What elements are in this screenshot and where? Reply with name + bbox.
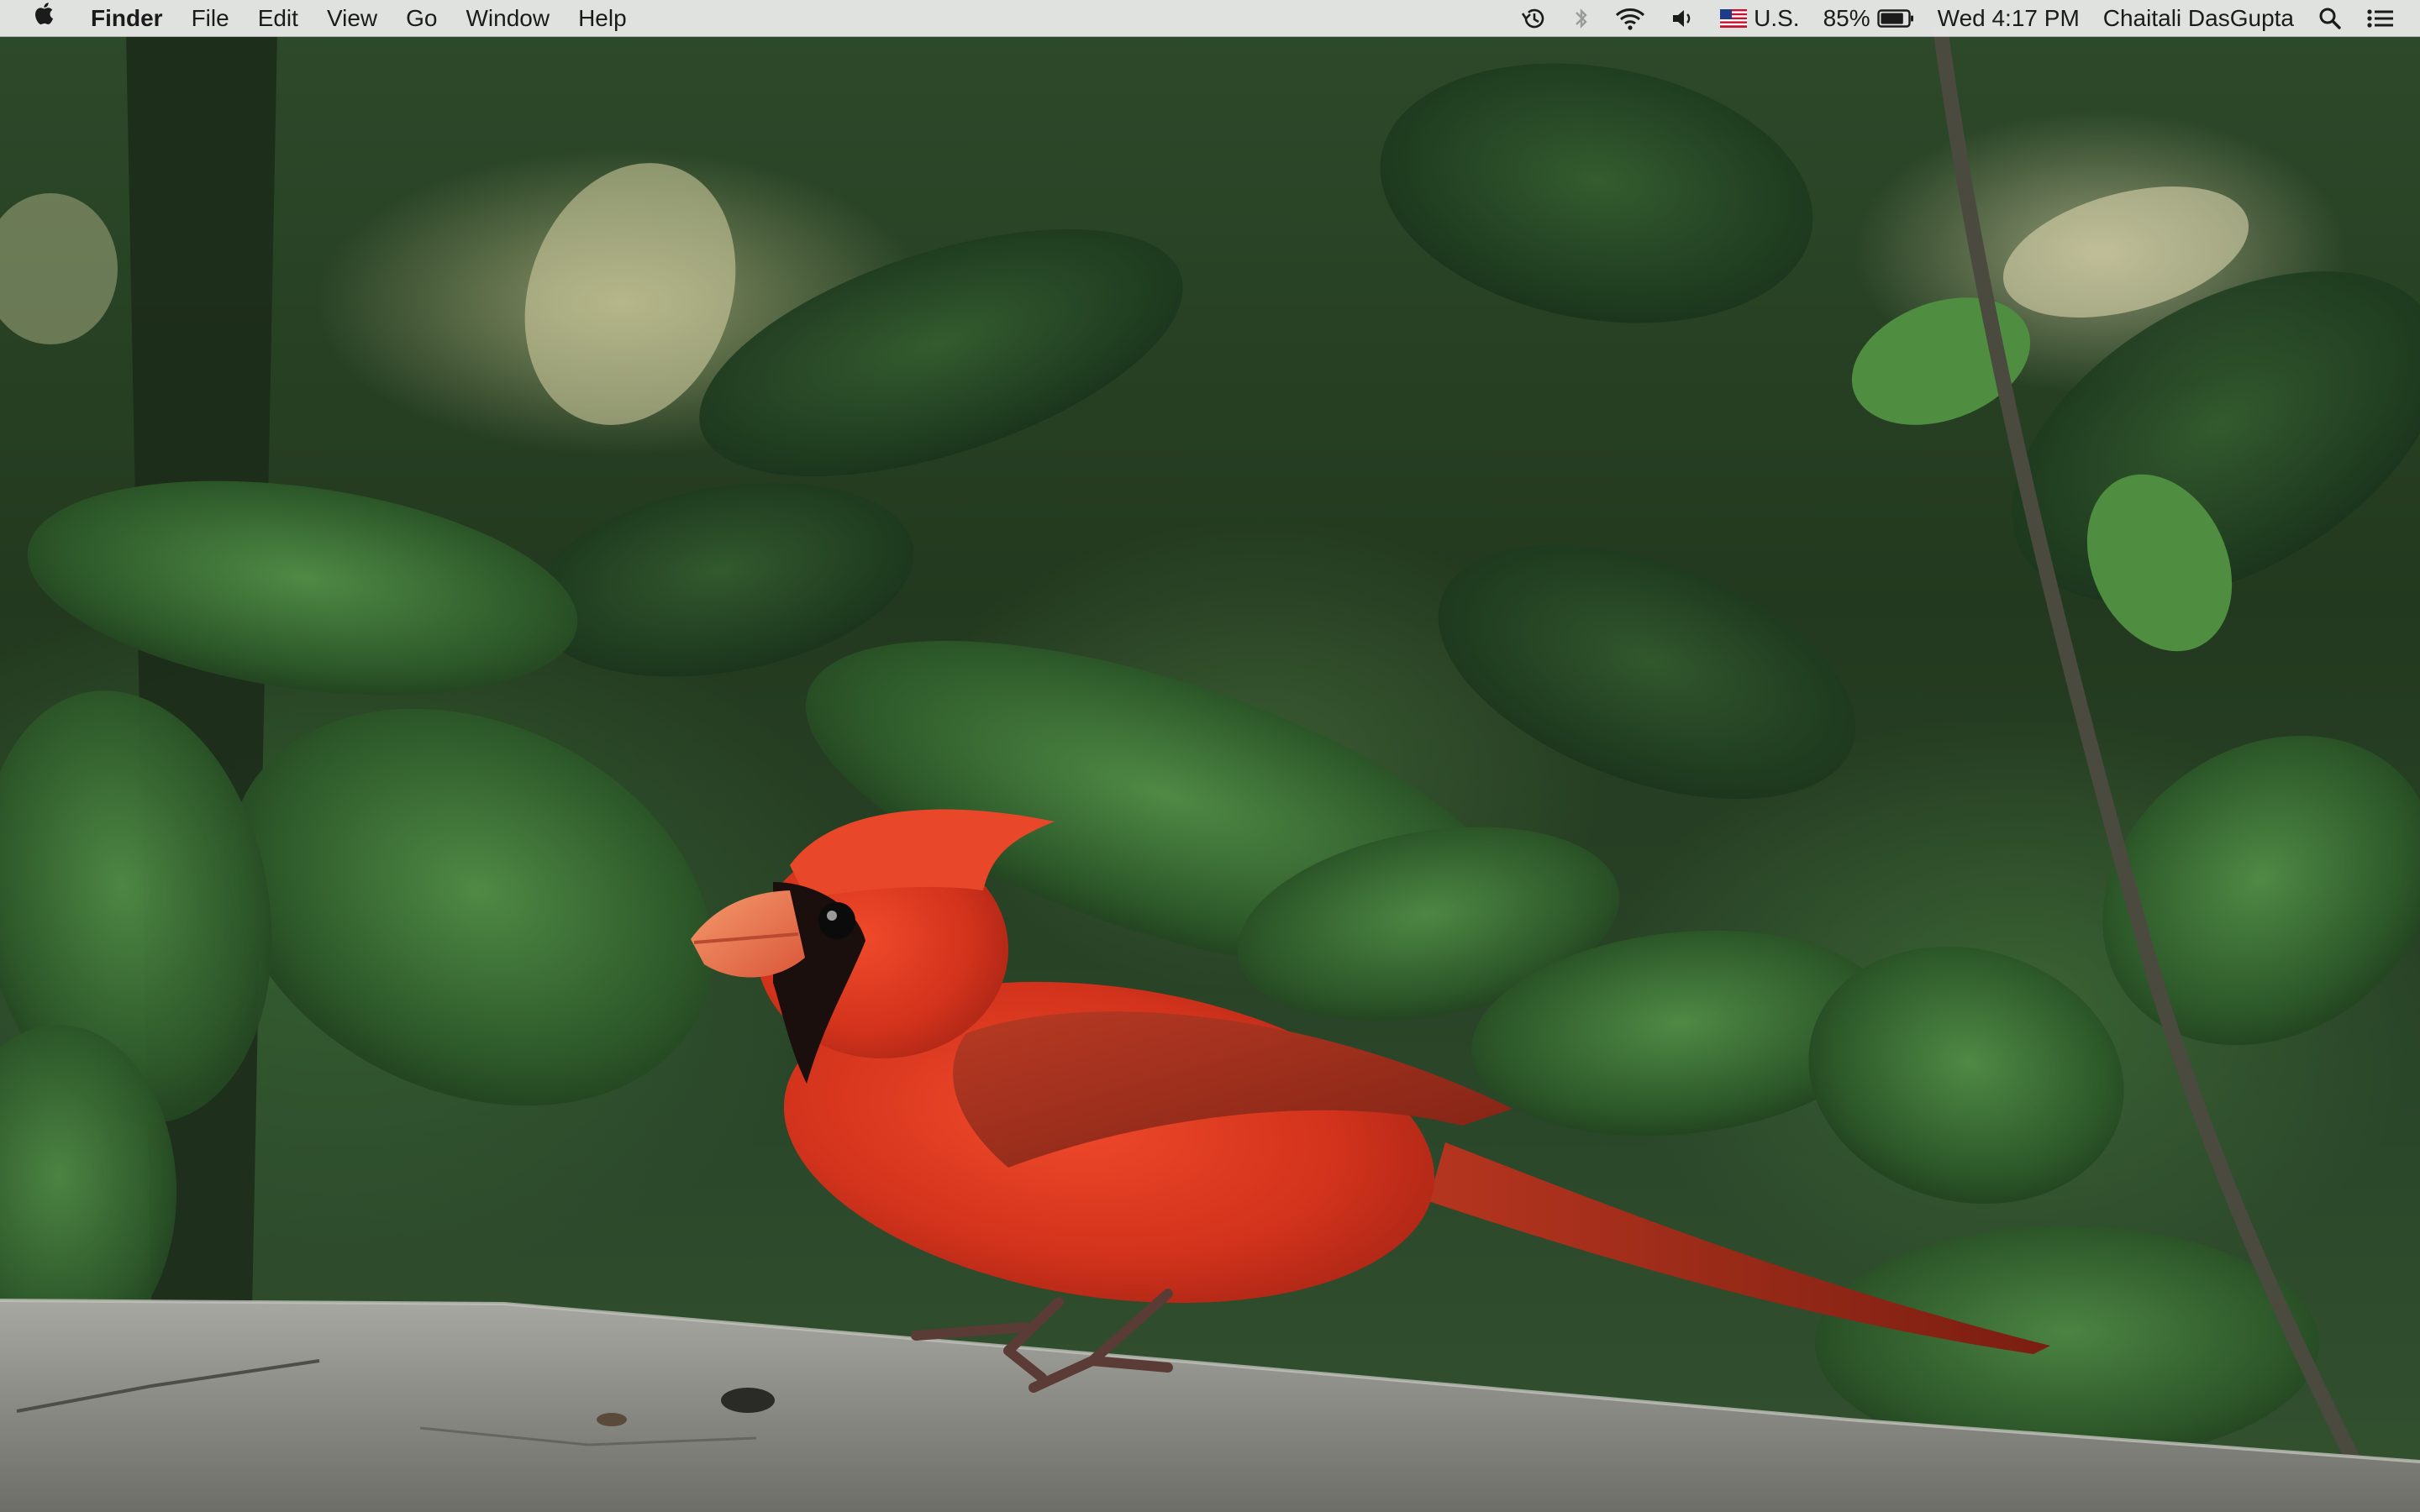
bluetooth-menu[interactable]: [1560, 5, 1602, 32]
user-menu[interactable]: Chaitali DasGupta: [2091, 0, 2306, 37]
notification-center-icon: [2367, 8, 2393, 28]
battery-fill: [1881, 13, 1903, 24]
wifi-icon: [1616, 8, 1645, 30]
menu-help[interactable]: Help: [564, 0, 641, 37]
menu-finder[interactable]: Finder: [66, 0, 177, 37]
menu-view[interactable]: View: [313, 0, 392, 37]
menu-bar-left: Finder File Edit View Go Window Help: [0, 0, 641, 37]
menu-go[interactable]: Go: [392, 0, 451, 37]
apple-menu[interactable]: [32, 0, 66, 37]
us-flag-icon: [1720, 8, 1748, 28]
menu-window[interactable]: Window: [451, 0, 564, 37]
spotlight-search-icon: [2319, 8, 2341, 29]
apple-icon: [35, 2, 54, 24]
time-machine-menu[interactable]: [1507, 5, 1560, 32]
notification-center-button[interactable]: [2354, 7, 2395, 30]
battery-percent: 85%: [1823, 4, 1870, 31]
time-machine-icon: [1522, 8, 1544, 28]
menu-bar-status: U.S. 85% Wed 4:17 PM Chaitali DasGupta: [1507, 0, 2420, 37]
desktop-wallpaper: [0, 0, 2420, 1512]
input-source-menu[interactable]: U.S.: [1708, 0, 1811, 37]
desktop: Finder File Edit View Go Window Help U.S…: [0, 0, 2420, 1512]
clock[interactable]: Wed 4:17 PM: [1926, 0, 2091, 37]
bluetooth-icon: [1576, 8, 1587, 29]
input-source-label: U.S.: [1754, 4, 1800, 31]
battery-menu[interactable]: 85%: [1812, 0, 1926, 37]
battery-icon: [1876, 8, 1913, 28]
spotlight-button[interactable]: [2306, 6, 2354, 31]
menu-edit[interactable]: Edit: [244, 0, 313, 37]
menu-file[interactable]: File: [177, 0, 244, 37]
menu-bar: Finder File Edit View Go Window Help U.S…: [0, 0, 2420, 37]
volume-menu[interactable]: [1658, 6, 1708, 31]
volume-icon: [1673, 9, 1691, 27]
wifi-menu[interactable]: [1602, 6, 1658, 31]
cardinal-wallpaper-art: [0, 26, 2420, 1512]
